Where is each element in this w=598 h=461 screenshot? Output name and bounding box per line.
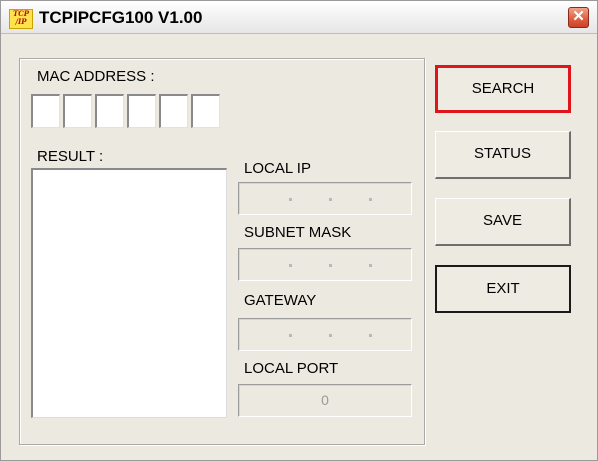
gateway-label: GATEWAY — [244, 292, 317, 309]
local-ip-label: LOCAL IP — [244, 160, 311, 177]
app-icon-text-bottom: /IP — [15, 17, 27, 26]
subnet-mask-label: SUBNET MASK — [244, 224, 352, 241]
dialog-client-area: MAC ADDRESS : RESULT : LOCAL IP SUBNET M… — [1, 34, 597, 460]
result-label: RESULT : — [37, 148, 104, 165]
mac-octet-4-input[interactable] — [127, 94, 156, 128]
local-ip-field[interactable] — [238, 182, 412, 215]
mac-address-label: MAC ADDRESS : — [37, 68, 155, 85]
title-bar[interactable]: TCP /IP TCPIPCFG100 V1.00 ✕ — [1, 1, 597, 34]
mac-octet-2-input[interactable] — [63, 94, 92, 128]
mac-octet-5-input[interactable] — [159, 94, 188, 128]
status-button[interactable]: STATUS — [435, 131, 571, 179]
app-icon: TCP /IP — [9, 9, 33, 29]
exit-button[interactable]: EXIT — [435, 265, 571, 313]
local-port-value: 0 — [321, 392, 329, 408]
window-title: TCPIPCFG100 V1.00 — [39, 8, 203, 27]
search-button[interactable]: SEARCH — [435, 65, 571, 113]
gateway-field[interactable] — [238, 318, 412, 351]
close-icon: ✕ — [572, 8, 585, 25]
mac-octet-3-input[interactable] — [95, 94, 124, 128]
app-window: TCP /IP TCPIPCFG100 V1.00 ✕ MAC ADDRESS … — [0, 0, 598, 461]
close-button[interactable]: ✕ — [568, 7, 589, 28]
mac-octet-1-input[interactable] — [31, 94, 60, 128]
result-listbox[interactable] — [31, 168, 227, 418]
save-button[interactable]: SAVE — [435, 198, 571, 246]
subnet-mask-field[interactable] — [238, 248, 412, 281]
local-port-field[interactable]: 0 — [238, 384, 412, 417]
local-port-label: LOCAL PORT — [244, 360, 339, 377]
mac-octet-6-input[interactable] — [191, 94, 220, 128]
